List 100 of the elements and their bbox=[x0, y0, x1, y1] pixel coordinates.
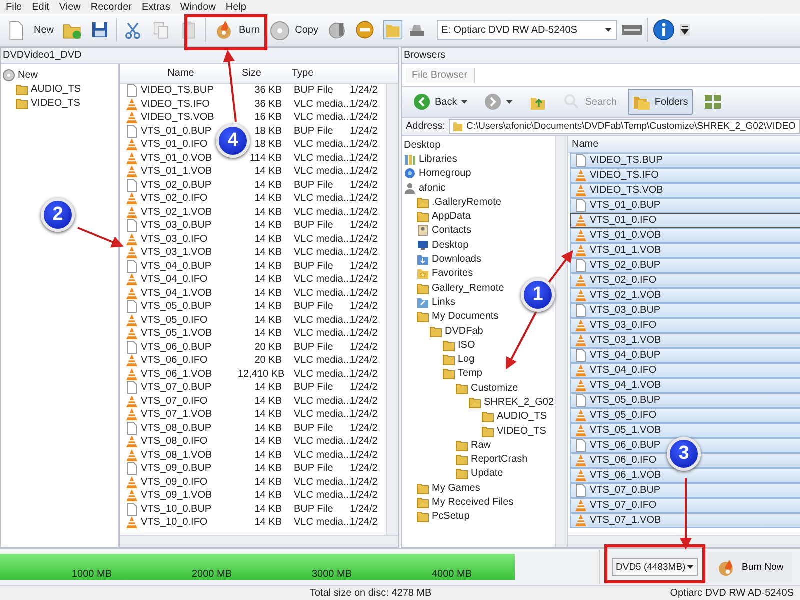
tree-item[interactable]: My Documents bbox=[432, 311, 499, 322]
file-name[interactable]: VTS_02_0.BUP bbox=[141, 180, 212, 191]
tree-item[interactable]: My Games bbox=[432, 482, 480, 494]
file-name[interactable]: VTS_10_0.IFO bbox=[141, 517, 208, 528]
scrollbar[interactable] bbox=[568, 535, 800, 547]
file-name[interactable]: VTS_07_1.VOB bbox=[141, 409, 212, 420]
menu-item[interactable]: Edit bbox=[32, 2, 50, 12]
file-row[interactable]: VTS_02_0.BUP bbox=[570, 258, 800, 273]
file-name[interactable]: VTS_05_0.IFO bbox=[141, 314, 208, 326]
file-row[interactable]: VTS_03_1.VOB bbox=[570, 333, 800, 348]
tree-item[interactable]: Gallery_Remote bbox=[432, 282, 504, 294]
column-header[interactable]: Name bbox=[120, 68, 238, 79]
file-name[interactable]: VTS_02_1.VOB bbox=[141, 206, 212, 218]
address-field[interactable]: C:\Users\afonic\Documents\DVDFab\Temp\Customize\SHREK_2_G02\VIDEO bbox=[449, 119, 800, 134]
file-name[interactable]: VTS_01_0.IFO bbox=[141, 139, 208, 150]
file-name[interactable]: VTS_06_0.BUP bbox=[141, 342, 212, 353]
disc-type-dropdown[interactable]: DVD5 (4483MB) bbox=[612, 558, 698, 576]
menu-item[interactable]: Recorder bbox=[90, 2, 132, 12]
file-name[interactable]: VTS_06_0.IFO bbox=[141, 355, 208, 366]
file-row[interactable]: VTS_02_0.IFO bbox=[570, 273, 800, 288]
file-name[interactable]: VIDEO_TS.IFO bbox=[141, 98, 210, 110]
file-name[interactable]: VTS_08_0.IFO bbox=[141, 436, 208, 448]
file-row[interactable]: VTS_01_0.VOB bbox=[570, 228, 800, 243]
tree-item[interactable]: Homegroup bbox=[419, 168, 472, 180]
file-row[interactable]: VTS_07_0.IFO bbox=[570, 498, 800, 513]
file-name[interactable]: VTS_04_1.VOB bbox=[141, 288, 212, 299]
info-icon[interactable] bbox=[652, 18, 676, 42]
file-name[interactable]: VTS_03_1.VOB bbox=[141, 247, 212, 258]
toolbar-button[interactable]: Back bbox=[408, 89, 474, 115]
tree-item[interactable]: Update bbox=[471, 468, 504, 480]
tree-item[interactable]: Contacts bbox=[432, 225, 472, 236]
file-row[interactable]: VIDEO_TS.BUP bbox=[570, 153, 800, 168]
tree-item[interactable]: Temp bbox=[458, 368, 482, 380]
tree-item[interactable]: AppData bbox=[432, 211, 471, 222]
tree-item[interactable]: SHREK_2_G02 bbox=[484, 396, 554, 408]
tree-item[interactable]: Log bbox=[458, 354, 475, 366]
tree-item[interactable]: Desktop bbox=[432, 240, 469, 251]
tree-item[interactable]: PcSetup bbox=[432, 511, 470, 522]
menu-item[interactable]: Extras bbox=[142, 2, 170, 12]
tree-item[interactable]: Downloads bbox=[432, 254, 482, 266]
tree-item[interactable]: ISO bbox=[458, 340, 476, 351]
file-name[interactable]: VTS_05_1.VOB bbox=[141, 328, 212, 340]
tree-item[interactable]: ReportCrash bbox=[471, 454, 528, 466]
menu-item[interactable]: View bbox=[59, 2, 81, 12]
file-name[interactable]: VTS_10_0.BUP bbox=[141, 504, 212, 515]
file-row[interactable]: VTS_07_1.VOB bbox=[570, 513, 800, 528]
file-name[interactable]: VTS_04_0.IFO bbox=[141, 274, 208, 286]
tree-item[interactable]: Raw bbox=[471, 440, 492, 451]
file-name[interactable]: VTS_03_0.BUP bbox=[141, 220, 212, 232]
file-name[interactable]: VTS_09_0.BUP bbox=[141, 463, 212, 474]
file-row[interactable]: VTS_05_1.VOB bbox=[570, 423, 800, 438]
file-row[interactable]: VTS_01_1.VOB bbox=[570, 243, 800, 258]
file-row[interactable]: VTS_03_0.IFO bbox=[570, 318, 800, 333]
toolbar-button[interactable]: Burn bbox=[210, 16, 262, 44]
tree-item[interactable]: AUDIO_TS bbox=[497, 411, 548, 422]
file-row[interactable]: VTS_04_0.BUP bbox=[570, 348, 800, 363]
tree-item[interactable]: Desktop bbox=[404, 140, 441, 151]
scrollbar[interactable] bbox=[555, 136, 567, 547]
menu-item[interactable]: File bbox=[6, 2, 22, 12]
tree-item[interactable]: Libraries bbox=[419, 154, 458, 165]
toolbar-button[interactable]: Folders bbox=[628, 89, 694, 115]
file-row[interactable]: VTS_05_0.BUP bbox=[570, 393, 800, 408]
scrollbar[interactable] bbox=[120, 535, 398, 547]
file-row[interactable]: VTS_07_0.BUP bbox=[570, 483, 800, 498]
file-name[interactable]: VTS_06_1.VOB bbox=[141, 368, 212, 380]
file-name[interactable]: VTS_09_0.IFO bbox=[141, 476, 208, 488]
drive-dropdown[interactable]: E: Optiarc DVD RW AD-5240S bbox=[436, 20, 616, 40]
tree-item[interactable]: VIDEO_TS bbox=[31, 98, 80, 110]
file-name[interactable]: VTS_05_0.BUP bbox=[141, 301, 212, 312]
file-row[interactable]: VTS_01_0.BUP bbox=[570, 198, 800, 213]
file-name[interactable]: VIDEO_TS.VOB bbox=[141, 112, 214, 124]
file-name[interactable]: VTS_09_1.VOB bbox=[141, 490, 212, 502]
tree-item[interactable]: AUDIO_TS bbox=[31, 84, 82, 95]
file-row[interactable]: VTS_02_1.VOB bbox=[570, 288, 800, 303]
tree-item[interactable]: Customize bbox=[471, 382, 518, 394]
file-name[interactable]: VTS_03_0.IFO bbox=[141, 234, 208, 245]
column-header[interactable]: Size bbox=[238, 68, 288, 79]
file-name[interactable]: VTS_04_0.BUP bbox=[141, 260, 212, 272]
tree-item[interactable]: New bbox=[18, 70, 38, 81]
column-header[interactable]: Type bbox=[288, 68, 350, 79]
file-name[interactable]: VTS_01_1.VOB bbox=[141, 166, 212, 178]
file-name[interactable]: VTS_01_0.VOB bbox=[141, 152, 212, 164]
file-row[interactable]: VTS_06_1.VOB bbox=[570, 468, 800, 483]
file-row[interactable]: VTS_03_0.BUP bbox=[570, 303, 800, 318]
tree-item[interactable]: My Received Files bbox=[432, 497, 514, 508]
burn-now-button[interactable]: Burn Now bbox=[708, 552, 792, 582]
overflow-icon[interactable] bbox=[680, 24, 690, 36]
file-row[interactable]: VTS_04_1.VOB bbox=[570, 378, 800, 393]
tree-item[interactable]: Favorites bbox=[432, 268, 474, 280]
tree-item[interactable]: afonic bbox=[419, 182, 446, 194]
folder-icon[interactable] bbox=[380, 18, 404, 42]
tree-item[interactable]: VIDEO_TS bbox=[497, 426, 546, 437]
file-name[interactable]: VIDEO_TS.BUP bbox=[141, 85, 214, 96]
file-name[interactable]: VTS_07_0.IFO bbox=[141, 396, 208, 407]
file-row[interactable]: VTS_05_0.IFO bbox=[570, 408, 800, 423]
file-name[interactable]: VTS_08_0.BUP bbox=[141, 422, 212, 434]
file-name[interactable]: VTS_07_0.BUP bbox=[141, 382, 212, 394]
file-name[interactable]: VTS_01_0.BUP bbox=[141, 126, 212, 137]
file-row[interactable]: VTS_04_0.IFO bbox=[570, 363, 800, 378]
file-name[interactable]: VTS_08_1.VOB bbox=[141, 450, 212, 461]
